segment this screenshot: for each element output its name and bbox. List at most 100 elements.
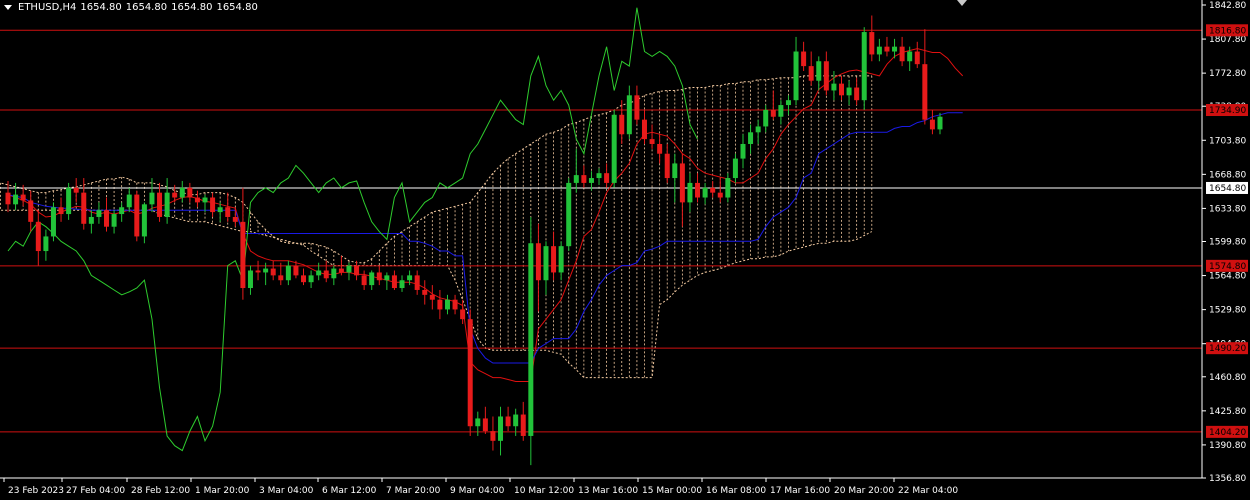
candle-body	[672, 163, 678, 179]
level-price-label: 1490.20	[1209, 344, 1246, 354]
candle-body	[793, 51, 799, 101]
candle-body	[596, 173, 602, 179]
time-tick-label: 1 Mar 20:00	[195, 486, 250, 496]
candle-body	[922, 64, 928, 120]
level-price-label: 1816.80	[1209, 26, 1246, 36]
candle-body	[331, 268, 337, 279]
ohlc-high: 1654.80	[125, 2, 168, 13]
candle-body	[407, 275, 413, 281]
candle-body	[164, 192, 170, 217]
candle	[861, 27, 867, 110]
price-tick-label: 1599.80	[1209, 238, 1246, 248]
candle-body	[763, 109, 769, 127]
candle-body	[278, 275, 284, 281]
level-price-label: 1404.20	[1209, 428, 1246, 438]
candle-body	[755, 126, 761, 133]
candle	[467, 309, 473, 436]
price-tick-label: 1772.80	[1209, 69, 1246, 79]
candle-body	[717, 192, 723, 198]
symbol-info-bar: ETHUSD,H4 1654.80 1654.80 1654.80 1654.8…	[4, 2, 258, 13]
candle-body	[641, 119, 647, 140]
candle-body	[823, 61, 829, 91]
candle-body	[255, 270, 261, 273]
candle-body	[846, 87, 852, 96]
candle-body	[50, 207, 56, 237]
candle-body	[581, 175, 587, 183]
candle-body	[5, 192, 11, 205]
candle	[528, 216, 534, 466]
price-axis: 1842.801807.801772.801738.801703.801668.…	[1201, 0, 1248, 484]
candle-body	[422, 289, 428, 295]
price-tick-label: 1842.80	[1209, 1, 1246, 11]
candle-body	[914, 51, 920, 65]
time-tick-label: 27 Feb 04:00	[66, 486, 125, 496]
candle-body	[770, 109, 776, 117]
candle-body	[626, 95, 632, 135]
candle-body	[202, 197, 208, 203]
symbol-label: ETHUSD,H4	[18, 2, 77, 13]
time-tick-label: 28 Feb 12:00	[131, 486, 190, 496]
candle-body	[611, 114, 617, 183]
candle-body	[384, 275, 390, 281]
candle-body	[225, 207, 231, 217]
candle-body	[801, 51, 807, 67]
candle-body	[740, 143, 746, 159]
candle-body	[96, 210, 102, 217]
candle-body	[301, 275, 307, 283]
candle-body	[634, 95, 640, 120]
candle-body	[679, 163, 685, 203]
candle-body	[179, 187, 185, 198]
candle-body	[104, 210, 110, 227]
time-tick-label: 17 Mar 16:00	[770, 486, 830, 496]
candle-body	[619, 114, 625, 135]
price-tick-label: 1564.80	[1209, 272, 1246, 282]
candle-body	[414, 275, 420, 290]
candle-body	[437, 299, 443, 310]
candle-body	[505, 416, 511, 427]
candle-body	[785, 100, 791, 106]
price-tick-label: 1807.80	[1209, 35, 1246, 45]
candle-body	[13, 194, 19, 205]
candle-body	[28, 200, 34, 222]
candle-body	[831, 83, 837, 91]
candle-body	[172, 192, 178, 198]
candle-body	[876, 46, 882, 55]
candle-body	[210, 197, 216, 213]
candle-body	[725, 178, 731, 198]
candle-body	[240, 221, 246, 289]
candle-body	[907, 51, 913, 62]
candle-body	[460, 309, 466, 320]
candle-body	[323, 270, 329, 279]
time-tick-label: 6 Mar 12:00	[322, 486, 377, 496]
candle-body	[937, 116, 943, 130]
candle-body	[232, 216, 238, 222]
candle-body	[838, 83, 844, 96]
candle-body	[573, 175, 579, 183]
time-tick-label: 7 Mar 20:00	[386, 486, 441, 496]
candle-body	[816, 61, 822, 81]
candle-body	[247, 270, 253, 289]
price-tick-label: 1460.80	[1209, 373, 1246, 383]
current-price-label: 1654.80	[1209, 184, 1246, 194]
ichimoku-candlestick-chart: 1842.801807.801772.801738.801703.801668.…	[0, 0, 1250, 500]
candle-body	[535, 243, 541, 281]
candle-body	[702, 187, 708, 198]
candle-body	[361, 275, 367, 286]
candle	[566, 178, 572, 252]
time-tick-label: 20 Mar 20:00	[834, 486, 894, 496]
candle-body	[520, 414, 526, 436]
price-tick-label: 1390.80	[1209, 441, 1246, 451]
candle-body	[43, 236, 49, 252]
candle-body	[710, 187, 716, 193]
candle-body	[429, 294, 435, 300]
candle-body	[482, 418, 488, 432]
candle	[134, 190, 140, 242]
time-tick-label: 15 Mar 00:00	[642, 486, 702, 496]
candle-body	[588, 178, 594, 183]
candle-body	[187, 187, 193, 198]
candle-body	[35, 221, 41, 252]
candle-body	[316, 270, 322, 276]
candle-body	[88, 216, 94, 224]
candle-body	[498, 416, 504, 441]
dropdown-triangle-icon[interactable]	[4, 5, 12, 10]
